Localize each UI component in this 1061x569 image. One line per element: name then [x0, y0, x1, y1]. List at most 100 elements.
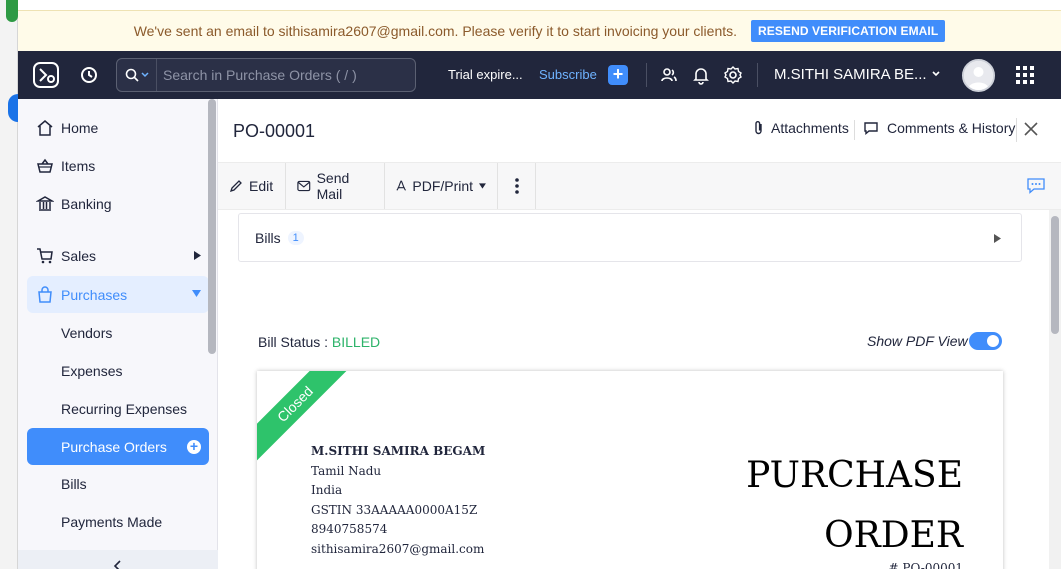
avatar[interactable] — [962, 59, 995, 92]
sidebar-item-label: Vendors — [61, 324, 113, 341]
chevron-down-icon — [140, 72, 149, 78]
quick-create-button[interactable]: + — [608, 65, 628, 85]
cart-icon — [35, 246, 55, 266]
document-title-line1: PURCHASE — [746, 455, 963, 496]
caret-right-icon — [994, 234, 1001, 243]
caret-down-icon — [192, 290, 201, 297]
gear-icon[interactable] — [723, 65, 743, 85]
desktop-app-icon — [8, 94, 18, 122]
more-options-button[interactable] — [498, 163, 536, 209]
bills-count-badge: 1 — [287, 230, 304, 245]
bill-status-label: Bill Status — [258, 334, 321, 350]
detail-titlebar: PO-00001 Attachments Comments & History — [218, 99, 1061, 163]
search-input[interactable] — [157, 67, 397, 83]
sidebar-item-vendors[interactable]: Vendors — [27, 314, 209, 351]
sidebar-item-home[interactable]: Home — [27, 109, 209, 146]
company-phone: 8940758574 — [311, 522, 388, 536]
desktop-strip — [0, 0, 18, 569]
sidebar-collapse-bar[interactable] — [18, 550, 218, 569]
send-mail-label: Send Mail — [316, 170, 350, 202]
content-scrollbar-track[interactable] — [1049, 210, 1061, 569]
divider — [1016, 118, 1017, 142]
purchase-order-document: Closed M.SITHI SAMIRA BEGAM Tamil Nadu I… — [257, 371, 1003, 569]
sidebar-item-payments-made[interactable]: Payments Made — [27, 503, 209, 540]
top-strip — [18, 0, 1061, 10]
document-number: # PO-00001 — [888, 561, 963, 569]
comments-label: Comments & History — [887, 120, 1016, 136]
sidebar-item-sales[interactable]: Sales — [27, 237, 209, 274]
close-icon[interactable] — [1023, 121, 1039, 137]
pdf-view-toggle[interactable] — [969, 332, 1002, 350]
sidebar-item-label: Payments Made — [61, 513, 163, 530]
pdf-print-label: PDF/Print — [412, 178, 474, 194]
divider — [854, 120, 855, 140]
banner-message: We've sent an email to sithisamira2607@g… — [133, 23, 738, 39]
paperclip-icon — [755, 121, 762, 135]
bank-icon — [35, 194, 55, 214]
resend-verification-button[interactable]: RESEND VERIFICATION EMAIL — [751, 20, 946, 42]
company-name: M.SITHI SAMIRA BEGAM — [311, 444, 486, 458]
search-box[interactable] — [116, 58, 416, 92]
sidebar-item-label: Banking — [61, 195, 112, 212]
sidebar-item-label: Expenses — [61, 362, 123, 379]
chevron-down-icon[interactable] — [931, 69, 941, 79]
edit-label: Edit — [249, 178, 274, 194]
search-scope-dropdown[interactable] — [117, 59, 157, 91]
books-logo-icon[interactable] — [32, 61, 60, 89]
bill-status-separator: : — [320, 334, 332, 350]
action-toolbar: Edit Send Mail PDF/Print — [218, 163, 1061, 210]
caret-down-icon — [479, 183, 486, 189]
recent-history-icon[interactable] — [79, 65, 99, 85]
document-title: PURCHASE ORDER — [746, 446, 963, 566]
company-country: India — [311, 483, 343, 497]
sidebar-item-banking[interactable]: Banking — [27, 185, 209, 222]
chevron-left-icon[interactable] — [113, 559, 123, 569]
sidebar-item-items[interactable]: Items — [27, 147, 209, 184]
bill-status-value: BILLED — [331, 334, 381, 350]
sidebar: Home Items Banking Sales Purchases Vendo… — [18, 99, 218, 569]
users-icon[interactable] — [659, 65, 679, 85]
document-title-line2: ORDER — [824, 515, 963, 556]
send-mail-button[interactable]: Send Mail — [286, 163, 385, 209]
sidebar-item-label: Purchase Orders — [61, 438, 167, 455]
user-avatar-icon — [964, 61, 993, 90]
sidebar-item-label: Sales — [61, 247, 97, 264]
sidebar-item-expenses[interactable]: Expenses — [27, 352, 209, 389]
add-circle-icon[interactable]: + — [187, 439, 201, 454]
desktop-app-icon — [6, 0, 18, 22]
show-pdf-view-label: Show PDF View — [867, 333, 968, 349]
header-divider — [757, 63, 758, 87]
app-window: We've sent an email to sithisamira2607@g… — [18, 0, 1061, 569]
edit-button[interactable]: Edit — [218, 163, 286, 209]
bell-icon[interactable] — [691, 65, 711, 85]
sidebar-item-recurring-expenses[interactable]: Recurring Expenses — [27, 390, 209, 427]
bills-label: Bills — [255, 229, 281, 246]
sidebar-item-purchases[interactable]: Purchases — [27, 276, 209, 313]
attachments-button[interactable]: Attachments — [753, 120, 849, 136]
toggle-knob — [987, 335, 999, 347]
basket-icon — [35, 156, 55, 176]
sidebar-item-label: Bills — [61, 475, 87, 492]
sidebar-item-bills[interactable]: Bills — [27, 465, 209, 502]
content-scrollbar[interactable] — [1051, 216, 1059, 334]
sidebar-item-purchase-orders[interactable]: Purchase Orders + — [27, 428, 209, 465]
header-divider — [646, 63, 647, 87]
pdf-print-button[interactable]: PDF/Print — [385, 163, 498, 209]
caret-right-icon — [194, 251, 201, 260]
comments-history-button[interactable]: Comments & History — [863, 120, 1015, 136]
feedback-chat-icon[interactable] — [1027, 178, 1045, 194]
bill-status: Bill Status : BILLED — [258, 334, 380, 350]
bills-section[interactable]: Bills 1 — [238, 213, 1022, 262]
search-icon — [125, 68, 139, 82]
home-icon — [35, 118, 55, 138]
apps-grid-icon[interactable] — [1016, 66, 1034, 84]
company-address: M.SITHI SAMIRA BEGAM Tamil Nadu India GS… — [311, 442, 485, 559]
comment-icon — [864, 122, 878, 135]
attachments-label: Attachments — [771, 120, 849, 136]
trial-status[interactable]: Trial expire... — [448, 67, 523, 82]
more-vertical-icon — [514, 178, 519, 194]
organization-name[interactable]: M.SITHI SAMIRA BE... — [774, 66, 927, 83]
sidebar-item-label: Purchases — [61, 286, 128, 303]
subscribe-link[interactable]: Subscribe — [539, 67, 597, 82]
sidebar-scrollbar[interactable] — [208, 99, 216, 354]
